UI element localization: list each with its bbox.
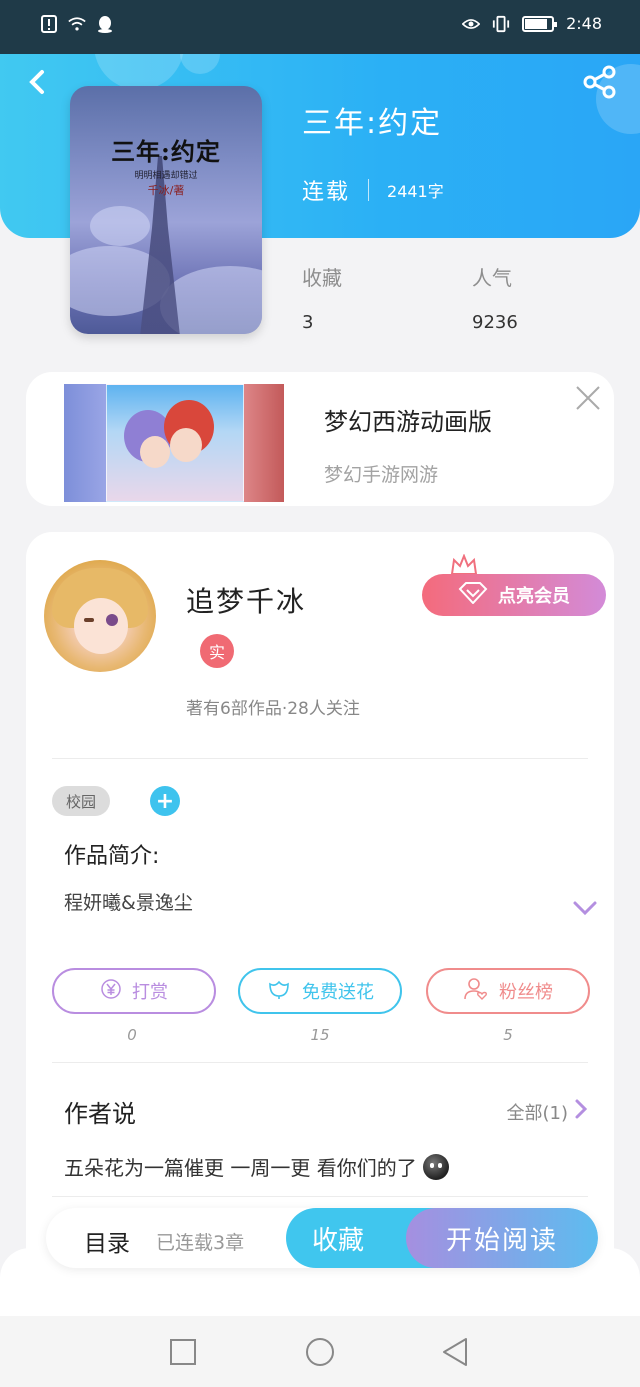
- flower-count: 15: [310, 1026, 330, 1044]
- ad-subtitle: 梦幻手游网游: [324, 464, 439, 486]
- vip-button[interactable]: 点亮会员: [422, 574, 606, 616]
- flower-icon: [266, 978, 292, 1005]
- fan-rank-button[interactable]: 粉丝榜: [426, 968, 590, 1014]
- author-name[interactable]: 追梦千冰: [186, 580, 306, 620]
- tip-count: 0: [127, 1026, 137, 1044]
- chevron-right-icon: [574, 1098, 588, 1125]
- book-title: 三年:约定: [302, 106, 443, 141]
- intro-label: 作品简介:: [64, 844, 160, 869]
- ad-image: [64, 384, 284, 502]
- real-name-badge: 实: [200, 634, 234, 668]
- tip-label: 打赏: [132, 982, 168, 1003]
- back-button[interactable]: [20, 64, 56, 100]
- all-label: 全部(1): [506, 1102, 569, 1124]
- recents-icon[interactable]: [167, 1336, 199, 1368]
- start-reading-button[interactable]: 开始阅读: [406, 1208, 598, 1268]
- stat-popularity-label: 人气: [472, 266, 512, 290]
- eye-icon: [462, 15, 481, 33]
- back-nav-icon[interactable]: [440, 1336, 472, 1368]
- add-tag-button[interactable]: +: [150, 786, 180, 816]
- alert-icon: [40, 15, 58, 33]
- avatar[interactable]: [44, 560, 156, 672]
- battery-icon: [522, 15, 558, 32]
- yen-icon: [100, 978, 122, 1005]
- start-reading-label: 开始阅读: [445, 1225, 558, 1256]
- status-bar: 2:48: [0, 0, 640, 54]
- divider: [52, 1196, 588, 1197]
- chevron-down-icon[interactable]: [572, 898, 598, 918]
- message-text: 五朵花为一篇催更 一周一更 看你们的了: [64, 1156, 417, 1180]
- fan-count: 5: [503, 1026, 513, 1044]
- tag-chip[interactable]: 校园: [52, 786, 111, 816]
- divider: [368, 179, 370, 201]
- home-icon[interactable]: [304, 1336, 336, 1368]
- book-status-row: 连载 2441字: [302, 174, 444, 206]
- system-nav-bar: [0, 1316, 640, 1387]
- stat-favorites-label: 收藏: [302, 266, 342, 290]
- wifi-icon: [68, 15, 86, 33]
- serial-status: 连载: [302, 180, 351, 205]
- user-heart-icon: [463, 977, 489, 1006]
- author-meta: 著有6部作品·28人关注: [186, 699, 360, 719]
- divider: [52, 1062, 588, 1063]
- qq-icon: [96, 15, 114, 33]
- diamond-icon: [458, 581, 488, 609]
- intro-text: 程妍曦&景逸尘: [64, 892, 193, 914]
- divider: [52, 758, 588, 759]
- author-says-message[interactable]: 五朵花为一篇催更 一周一更 看你们的了: [64, 1152, 449, 1181]
- favorite-label: 收藏: [312, 1225, 365, 1256]
- toc-button[interactable]: 目录: [84, 1224, 130, 1258]
- fan-rank-label: 粉丝榜: [499, 982, 553, 1003]
- author-says-title: 作者说: [64, 1100, 136, 1128]
- crown-icon: [450, 553, 478, 576]
- grin-emoji-icon: [422, 1153, 449, 1180]
- clock: 2:48: [566, 14, 602, 33]
- ad-card[interactable]: 梦幻西游动画版 梦幻手游网游: [26, 372, 614, 506]
- author-card: 追梦千冰 实 点亮会员 著有6部作品·28人关注 校园 + 作品简介: 程妍曦&…: [26, 532, 614, 1292]
- vibrate-icon: [492, 15, 510, 33]
- stat-popularity-value: 9236: [472, 312, 518, 333]
- vip-label: 点亮会员: [498, 586, 570, 607]
- cover-author: 千冰/著: [147, 184, 185, 197]
- share-button[interactable]: [582, 64, 618, 100]
- stat-favorites-value: 3: [302, 312, 314, 333]
- tip-button[interactable]: 打赏: [52, 968, 216, 1014]
- author-says-all-link[interactable]: 全部(1): [507, 1098, 589, 1125]
- chapter-progress: 已连载3章: [156, 1232, 245, 1254]
- book-cover[interactable]: 三年:约定 明明相遇却错过 千冰/著: [70, 86, 262, 334]
- cover-title: 三年:约定: [111, 137, 221, 166]
- close-icon[interactable]: [574, 384, 602, 412]
- share-icon: [583, 65, 616, 99]
- ad-title: 梦幻西游动画版: [324, 408, 492, 436]
- word-count: 2441字: [387, 182, 444, 201]
- send-flower-label: 免费送花: [302, 982, 374, 1003]
- cover-subtitle: 明明相遇却错过: [134, 171, 198, 181]
- bottom-action-bar: 目录 已连载3章 收藏 开始阅读: [46, 1208, 598, 1268]
- send-flower-button[interactable]: 免费送花: [238, 968, 402, 1014]
